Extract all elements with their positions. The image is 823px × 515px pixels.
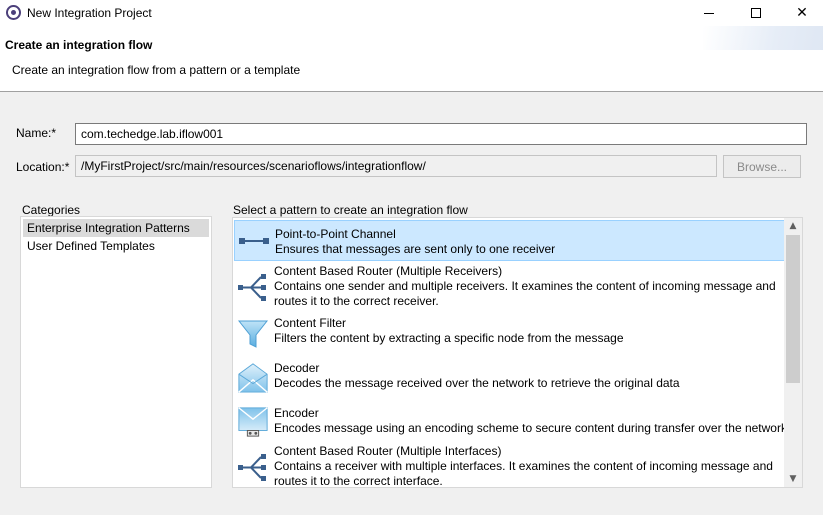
- eclipse-icon: [6, 5, 21, 20]
- location-field: /MyFirstProject/src/main/resources/scena…: [75, 155, 717, 177]
- window-title: New Integration Project: [27, 6, 152, 20]
- close-button[interactable]: ✕: [779, 0, 823, 26]
- page-description: Create an integration flow from a patter…: [12, 63, 301, 77]
- scroll-down-arrow-icon[interactable]: ▼: [784, 471, 802, 487]
- pattern-description: Decodes the message received over the ne…: [274, 376, 680, 390]
- pattern-decoder[interactable]: Decoder Decodes the message received ove…: [234, 359, 787, 401]
- pattern-title: Decoder: [274, 361, 320, 375]
- point-to-point-icon: [239, 238, 269, 244]
- minimize-button[interactable]: [686, 0, 732, 26]
- encoder-icon: [238, 407, 268, 437]
- filter-icon: [237, 320, 269, 348]
- pattern-description: Contains a receiver with multiple interf…: [274, 459, 773, 473]
- category-enterprise-integration-patterns[interactable]: Enterprise Integration Patterns: [23, 219, 209, 237]
- decoder-icon: [238, 363, 268, 393]
- scroll-thumb[interactable]: [786, 235, 800, 383]
- pattern-description-2: routes it to the correct interface.: [274, 474, 443, 488]
- name-field[interactable]: com.techedge.lab.iflow001: [75, 123, 807, 145]
- patterns-label: Select a pattern to create an integratio…: [233, 203, 468, 217]
- category-user-defined-templates[interactable]: User Defined Templates: [23, 237, 159, 255]
- pattern-encoder[interactable]: Encoder Encodes message using an encodin…: [234, 404, 787, 446]
- pattern-description: Contains one sender and multiple receive…: [274, 279, 776, 293]
- pattern-title: Content Based Router (Multiple Receivers…: [274, 264, 503, 278]
- pattern-content-filter[interactable]: Content Filter Filters the content by ex…: [234, 314, 787, 356]
- page-title: Create an integration flow: [5, 38, 153, 52]
- pattern-description: Encodes message using an encoding scheme…: [274, 421, 787, 435]
- name-label: Name:*: [16, 126, 57, 140]
- pattern-title: Point-to-Point Channel: [275, 227, 396, 241]
- pattern-content-based-router-interfaces[interactable]: Content Based Router (Multiple Interface…: [234, 442, 787, 488]
- router-icon: [238, 454, 266, 481]
- pattern-description-2: routes it to the correct receiver.: [274, 294, 439, 308]
- patterns-scrollbar[interactable]: ▲ ▼: [784, 218, 802, 487]
- pattern-description: Filters the content by extracting a spec…: [274, 331, 624, 345]
- categories-label: Categories: [22, 203, 81, 217]
- wizard-header: Create an integration flow Create an int…: [0, 26, 823, 92]
- pattern-title: Encoder: [274, 406, 319, 420]
- router-icon: [238, 274, 266, 301]
- close-icon: ✕: [796, 5, 808, 21]
- pattern-title: Content Filter: [274, 316, 347, 330]
- browse-button[interactable]: Browse...: [723, 155, 801, 178]
- pattern-content-based-router-receivers[interactable]: Content Based Router (Multiple Receivers…: [234, 262, 787, 310]
- title-bar: New Integration Project ✕: [0, 0, 823, 26]
- categories-list: Enterprise Integration Patterns User Def…: [20, 216, 212, 488]
- pattern-title: Content Based Router (Multiple Interface…: [274, 444, 502, 458]
- location-label: Location:*: [16, 160, 70, 174]
- maximize-icon: [751, 8, 761, 18]
- pattern-point-to-point-channel[interactable]: Point-to-Point Channel Ensures that mess…: [234, 220, 787, 261]
- pattern-description: Ensures that messages are sent only to o…: [275, 242, 556, 256]
- scroll-up-arrow-icon[interactable]: ▲: [784, 218, 802, 234]
- header-banner: [703, 26, 823, 50]
- minimize-icon: [704, 12, 714, 14]
- maximize-button[interactable]: [733, 0, 779, 26]
- patterns-list: Point-to-Point Channel Ensures that mess…: [232, 217, 803, 488]
